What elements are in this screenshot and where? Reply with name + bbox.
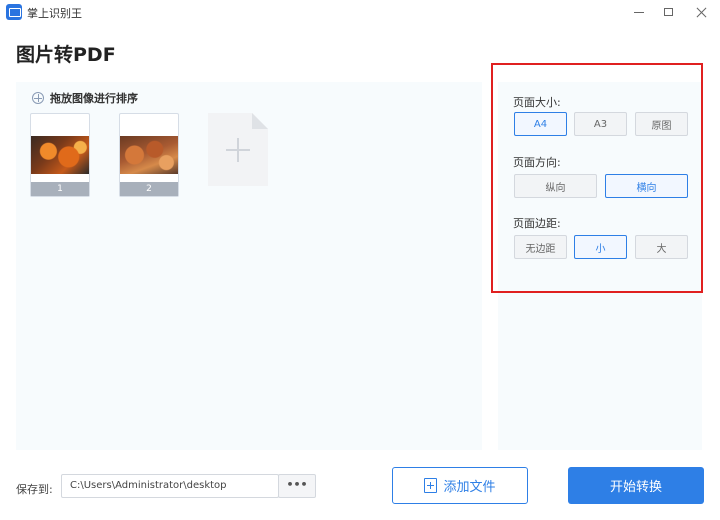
start-convert-button[interactable]: 开始转换 — [568, 467, 704, 504]
margin-none-option[interactable]: 无边距 — [514, 235, 567, 259]
image-thumbnail[interactable]: 2 — [119, 113, 179, 197]
minimize-icon — [634, 11, 644, 13]
margin-label: 页面边距: — [513, 217, 561, 230]
image-thumbnail[interactable]: 1 — [30, 113, 90, 197]
window-title: 掌上识别王 — [27, 7, 82, 20]
orientation-portrait-option[interactable]: 纵向 — [514, 174, 597, 198]
sort-hint-label: 拖放图像进行排序 — [50, 92, 138, 105]
plus-icon — [226, 138, 250, 162]
thumbnail-index: 1 — [31, 182, 89, 196]
thumbnail-image — [120, 136, 178, 174]
orientation-label: 页面方向: — [513, 156, 561, 169]
title-bar: 掌上识别王 — [0, 0, 720, 24]
add-file-label: 添加文件 — [443, 480, 496, 495]
margin-large-option[interactable]: 大 — [635, 235, 688, 259]
app-logo-icon — [6, 4, 22, 20]
start-convert-label: 开始转换 — [609, 480, 662, 495]
close-button[interactable] — [684, 0, 718, 24]
sort-hint: 拖放图像进行排序 — [32, 90, 138, 106]
maximize-button[interactable] — [651, 0, 685, 24]
add-file-button[interactable]: 添加文件 — [392, 467, 528, 504]
add-file-icon — [424, 478, 438, 493]
save-to-label: 保存到: — [16, 483, 53, 496]
close-icon — [696, 7, 707, 18]
thumbnail-index: 2 — [120, 182, 178, 196]
page-title: 图片转PDF — [16, 44, 116, 66]
margin-small-option[interactable]: 小 — [574, 235, 627, 259]
image-drop-area[interactable]: 拖放图像进行排序 1 2 — [16, 82, 482, 450]
orientation-landscape-option[interactable]: 横向 — [605, 174, 688, 198]
page-size-a4-option[interactable]: A4 — [514, 112, 567, 136]
thumbnail-image — [31, 136, 89, 174]
save-path-input[interactable]: C:\Users\Administrator\desktop — [61, 474, 279, 498]
browse-button[interactable]: ••• — [278, 474, 316, 498]
page-size-label: 页面大小: — [513, 96, 561, 109]
move-icon — [32, 92, 44, 104]
page-size-original-option[interactable]: 原图 — [635, 112, 688, 136]
maximize-icon — [663, 8, 673, 16]
page-size-a3-option[interactable]: A3 — [574, 112, 627, 136]
